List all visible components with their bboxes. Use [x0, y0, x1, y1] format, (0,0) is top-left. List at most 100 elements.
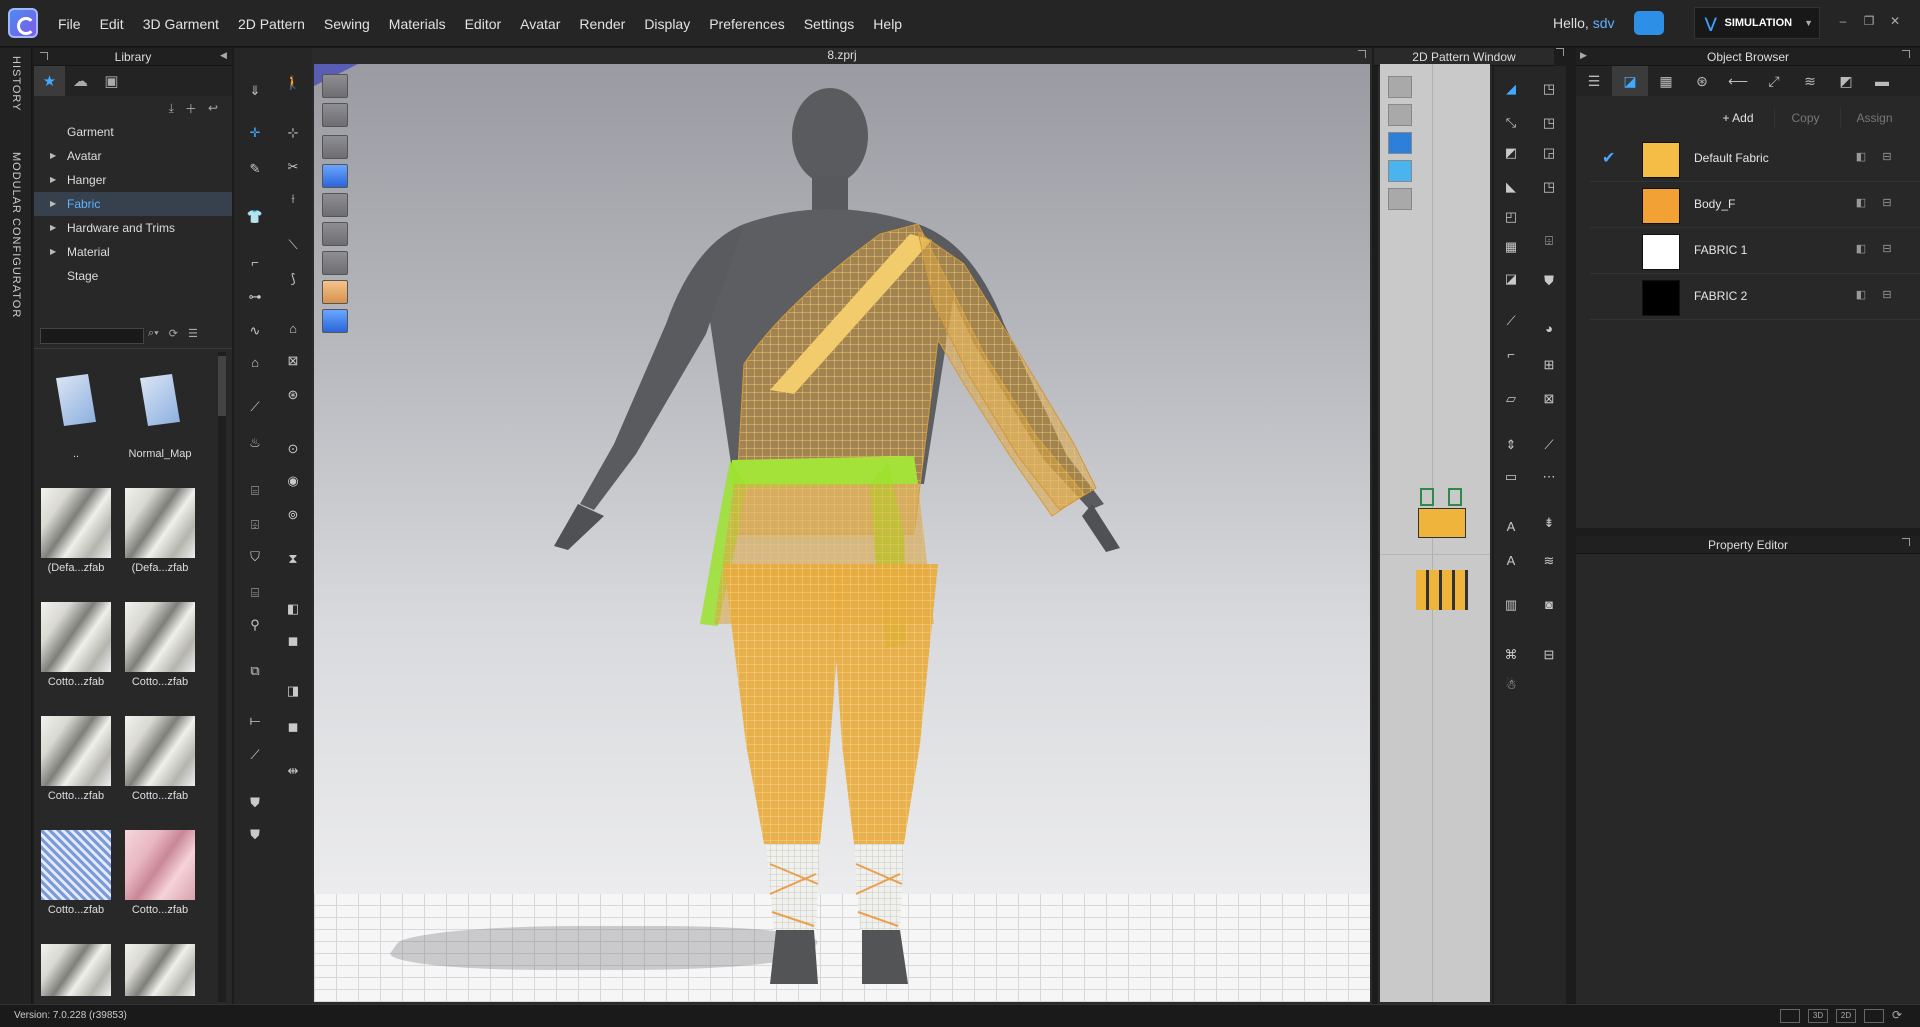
maximize-pe-icon[interactable]	[1902, 538, 1910, 546]
skin-view-icon[interactable]	[322, 280, 348, 304]
segment-sewing-icon[interactable]: ⟍	[282, 236, 304, 254]
menu-preferences[interactable]: Preferences	[709, 16, 784, 32]
edit-point-icon[interactable]: ⤡	[1500, 114, 1522, 132]
add-icon[interactable]: ＋	[185, 100, 197, 117]
fabric-tab-icon[interactable]: ◪	[1612, 66, 1648, 96]
ruler-icon[interactable]: ⟋	[244, 746, 266, 764]
refresh-status-icon[interactable]: ⟳	[1892, 1008, 1902, 1022]
minimize-icon[interactable]: ‒	[1832, 14, 1854, 32]
library-thumbnail-fabric[interactable]: Cotto...zfab	[40, 716, 112, 802]
pattern-view-button[interactable]	[1864, 1009, 1884, 1023]
tree-item-hanger[interactable]: ▶ Hanger	[34, 168, 232, 192]
fabric-delete-icon[interactable]: ⊟	[1880, 150, 1894, 164]
simulation-mode-button[interactable]: ⋁ SIMULATION ▼	[1694, 7, 1820, 39]
maximize-panel-icon[interactable]	[1358, 50, 1366, 58]
expand-arrow-icon[interactable]: ▶	[50, 168, 56, 192]
tree-item-garment[interactable]: Garment	[34, 120, 232, 144]
avatar-view-icon[interactable]	[322, 193, 348, 217]
3d-viewport-canvas[interactable]	[314, 64, 1370, 1002]
shirt-icon[interactable]: ⛉	[244, 548, 266, 566]
copy-button[interactable]: Copy	[1774, 108, 1836, 128]
maximize-2d-icon[interactable]	[1556, 48, 1564, 56]
garment-icon[interactable]: 👕	[244, 208, 266, 226]
measure-icon[interactable]: ⊶	[244, 288, 266, 306]
2d-spacer-icon[interactable]: ⇟	[1538, 514, 1560, 532]
library-thumbnail-fabric[interactable]: Cotto...zfab	[40, 602, 112, 688]
library-thumbnail-fabric[interactable]: Cotto...zfab	[124, 830, 196, 916]
display-garment-icon[interactable]	[322, 103, 348, 127]
2d-select-icon[interactable]: ◳	[1538, 80, 1560, 98]
trim-icon[interactable]: ⌸	[244, 482, 266, 500]
fabric-property-icon[interactable]: ◧	[1854, 288, 1868, 302]
expand-arrow-icon[interactable]: ▶	[50, 144, 56, 168]
library-thumbnail-parent-folder[interactable]: ..	[40, 366, 112, 460]
2d-shirt-icon[interactable]: ⛊	[1538, 272, 1560, 290]
select-mesh-icon[interactable]: ⇓	[244, 82, 266, 100]
2d-wave-icon[interactable]: ≋	[1538, 552, 1560, 570]
pattern-pieces-lower[interactable]	[1414, 564, 1470, 616]
zipper-icon[interactable]: ⟝	[244, 712, 266, 730]
maximize-icon[interactable]: ❐	[1858, 14, 1880, 32]
menu-sewing[interactable]: Sewing	[324, 16, 370, 32]
rectangle-icon[interactable]: ◰	[1500, 208, 1522, 226]
expand-arrow-icon[interactable]: ▶	[50, 192, 56, 216]
fabric-row-body-f[interactable]: Body_F ◧ ⊟	[1590, 182, 1920, 228]
stitch-icon[interactable]: ⊠	[282, 352, 304, 370]
unfold-icon[interactable]: ▱	[1500, 390, 1522, 408]
needle-icon[interactable]: ⟋	[244, 398, 266, 416]
expand-arrow-icon[interactable]: ▶	[50, 216, 56, 240]
select-point-icon[interactable]: ⊹	[282, 124, 304, 142]
grain-icon[interactable]: ▭	[1500, 468, 1522, 486]
notch-icon[interactable]: ⇕	[1500, 436, 1522, 454]
fabric-row-default-fabric[interactable]: ✔ Default Fabric ◧ ⊟	[1590, 136, 1920, 182]
library-thumbnail-fabric[interactable]: (Defa...zfab	[40, 488, 112, 574]
library-thumbnail-fabric[interactable]: (Defa...zfab	[124, 488, 196, 574]
menu-render[interactable]: Render	[579, 16, 625, 32]
expand-arrow-icon[interactable]: ▶	[50, 240, 56, 264]
mesh-view-icon[interactable]	[322, 164, 348, 188]
list-icon[interactable]: ☰	[1576, 66, 1612, 96]
library-scrollbar[interactable]	[218, 352, 226, 1002]
tree-item-fabric[interactable]: ▶ Fabric	[34, 192, 232, 216]
trace-icon[interactable]: ⌐	[1500, 346, 1522, 364]
menu-settings[interactable]: Settings	[804, 16, 855, 32]
fabric-delete-icon[interactable]: ⊟	[1880, 196, 1894, 210]
library-thumbnail-normal-map[interactable]: Normal_Map	[124, 366, 196, 460]
assign-button[interactable]: Assign	[1840, 108, 1908, 128]
circle-icon[interactable]: ▦	[1500, 238, 1522, 256]
fabric-property-icon[interactable]: ◧	[1854, 150, 1868, 164]
avatar-pose-icon[interactable]: ⚲	[244, 616, 266, 634]
edit-sewing-icon[interactable]: ⌂	[282, 320, 304, 338]
split-view-icon[interactable]	[1780, 1009, 1800, 1023]
library-search-input[interactable]	[40, 328, 144, 344]
2d-line-icon[interactable]: ⟋	[1538, 436, 1560, 454]
expand-icon[interactable]: ▶	[1580, 50, 1587, 61]
close-icon[interactable]: ✕	[1884, 14, 1906, 32]
text-icon[interactable]: A	[1500, 518, 1522, 536]
render-view-icon[interactable]	[322, 251, 348, 275]
trim-tab-icon[interactable]: ◩	[1828, 66, 1864, 96]
pin-icon[interactable]: ⌂	[244, 354, 266, 372]
maximize-ob-icon[interactable]	[1902, 50, 1910, 58]
tack-icon[interactable]: ∿	[244, 322, 266, 340]
fabric-row-fabric-2[interactable]: FABRIC 2 ◧ ⊟	[1590, 274, 1920, 320]
pattern-pieces-upper[interactable]	[1414, 484, 1470, 542]
zipper-tool-icon[interactable]: ⧗	[282, 550, 304, 568]
pattern-view-icon[interactable]	[322, 222, 348, 246]
cloud-library-icon[interactable]: ☁	[65, 66, 96, 96]
avatar-with-garment[interactable]	[314, 64, 1370, 1002]
2d-pattern-tile-icon[interactable]: ⊠	[1538, 390, 1560, 408]
graphic-icon[interactable]: ⧉	[244, 662, 266, 680]
bone-icon[interactable]: ⌘	[1500, 646, 1522, 664]
menu-file[interactable]: File	[58, 16, 81, 32]
internal-shape-icon[interactable]: ◪	[1500, 270, 1522, 288]
fabric-row-fabric-1[interactable]: FABRIC 1 ◧ ⊟	[1590, 228, 1920, 274]
fabric-property-icon[interactable]: ◧	[1854, 242, 1868, 256]
puckering-icon[interactable]: ◧	[282, 600, 304, 618]
pattern-view-icon[interactable]	[1388, 76, 1412, 98]
grid-icon[interactable]: ▥	[1500, 596, 1522, 614]
line-tab-icon[interactable]: ⤢	[1756, 66, 1792, 96]
2d-pattern-canvas[interactable]	[1380, 64, 1490, 1002]
measure-tab-icon[interactable]: ▬	[1864, 66, 1900, 96]
gray-box-icon[interactable]: ◼	[282, 718, 304, 736]
